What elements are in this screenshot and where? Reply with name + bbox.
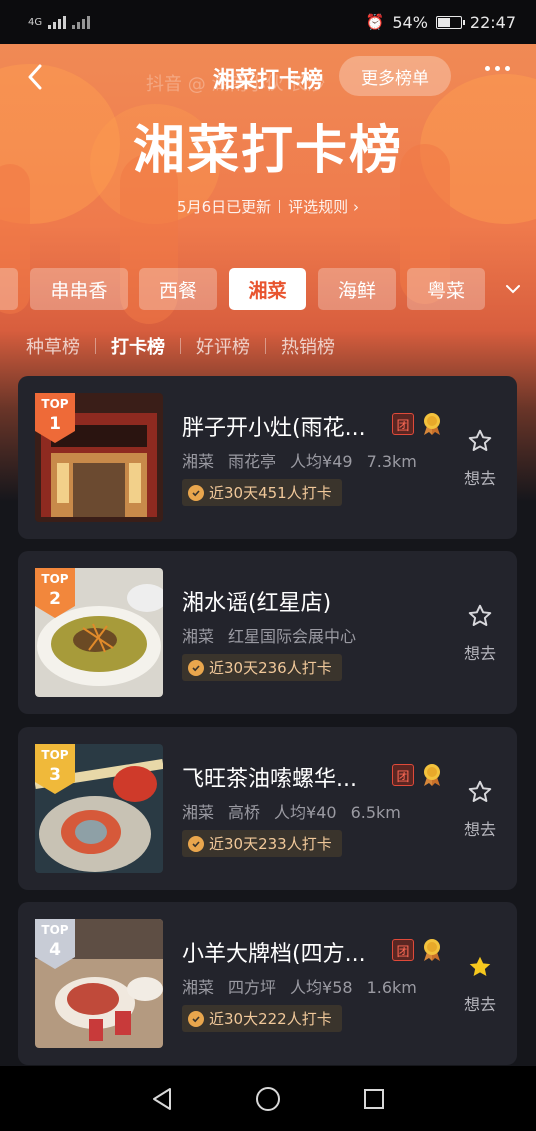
battery-icon [435,15,465,29]
category-chip[interactable]: 海鲜 [318,268,396,310]
category-chip[interactable]: 串串香 [30,268,128,310]
shop-card[interactable]: TOP 4 小羊大牌档(四方... 团 湘菜 四方坪 人均¥58 1.6km 近30大… [18,902,517,1065]
shop-card[interactable]: TOP 1 胖子开小灶(雨花... 团 湘菜 雨花亭 人均¥49 7.3km 近30天… [18,376,517,539]
star-icon [467,779,493,809]
shop-meta: 湘菜 雨花亭 人均¥49 7.3km [182,448,431,472]
rules-link[interactable]: 评选规则 › [288,198,359,216]
check-icon [188,835,204,852]
area: 四方坪 [228,978,277,997]
rank-badge: TOP 1 [35,393,75,443]
shop-name[interactable]: 小羊大牌档(四方... [182,936,366,968]
checkin-count: 近30天233人打卡 [209,835,332,853]
chevron-right-icon: › [352,198,359,216]
area: 高桥 [228,803,261,822]
category-chip[interactable]: 粤菜 [407,268,485,310]
checkin-badge: 近30大222人打卡 [182,1005,342,1032]
alarm-icon: ⏰ [365,13,385,31]
chevron-down-icon[interactable] [504,280,522,298]
distance: 6.5km [350,803,401,822]
group-buy-tag: 团 [392,413,414,435]
checkin-count: 近30天451人打卡 [209,484,332,502]
check-icon [188,659,204,676]
want-label: 想去 [463,469,496,488]
distance: 7.3km [366,452,417,471]
check-icon [188,484,204,501]
update-row: 5月6日已更新 评选规则 › [0,196,536,217]
tab-checkin[interactable]: 打卡榜 [111,333,165,359]
more-rankings-button[interactable]: 更多榜单 [339,56,451,96]
category-chips: 串串香 西餐 湘菜 海鲜 粤菜 [0,268,536,310]
tab-hot-sales[interactable]: 热销榜 [281,333,335,359]
shop-name[interactable]: 飞旺茶油嗦螺华... [182,761,357,793]
star-icon [467,603,493,633]
group-buy-tag: 团 [392,939,414,961]
shop-card[interactable]: TOP 3 飞旺茶油嗦螺华... 团 湘菜 高桥 人均¥40 6.5km 近30天23… [18,727,517,890]
distance: 1.6km [366,978,417,997]
status-bar: 4G ⏰ 54% 22:47 [0,0,536,44]
more-options-icon[interactable] [485,66,510,71]
checkin-count: 近30天236人打卡 [209,659,332,677]
avg-price: 人均¥49 [290,452,353,471]
area: 雨花亭 [228,452,277,471]
battery-percent: 54% [392,12,428,32]
rank-badge: TOP 3 [35,744,75,794]
check-icon [188,1010,204,1027]
want-label: 想去 [463,644,496,663]
medal-icon [424,413,440,435]
signal-icon [48,15,67,29]
want-to-go-button[interactable]: 想去 [460,954,500,1015]
want-to-go-button[interactable]: 想去 [460,779,500,840]
clock: 22:47 [469,12,516,32]
cuisine: 湘菜 [182,803,215,822]
area: 红星国际会展中心 [228,627,357,646]
checkin-count: 近30大222人打卡 [209,1010,332,1028]
star-filled-icon [467,954,493,984]
update-text: 5月6日已更新 [177,198,272,216]
avg-price: 人均¥58 [290,978,353,997]
wifi-signal-icon [72,15,91,29]
want-label: 想去 [463,995,496,1014]
checkin-badge: 近30天236人打卡 [182,654,342,681]
medal-icon [424,939,440,961]
shop-meta: 湘菜 高桥 人均¥40 6.5km [182,799,415,823]
cuisine: 湘菜 [182,452,215,471]
ranking-tabs: 种草榜 打卡榜 好评榜 热销榜 [26,332,335,360]
want-label: 想去 [463,820,496,839]
avg-price: 人均¥40 [274,803,337,822]
recents-square-icon[interactable] [362,1087,386,1111]
system-nav-bar [0,1066,536,1131]
shop-name[interactable]: 湘水谣(红星店) [182,585,331,617]
network-label: 4G [28,16,43,28]
rank-badge: TOP 4 [35,919,75,969]
star-icon [467,428,493,458]
signal-area: 4G [28,15,91,29]
shop-card[interactable]: TOP 2 湘水谣(红星店) 湘菜 红星国际会展中心 近30天236人打卡 想去 [18,551,517,714]
nav-bar: 抖音 @ 湖南小伙 长沙 湘菜打卡榜 更多榜单 [0,44,536,112]
shop-meta: 湘菜 四方坪 人均¥58 1.6km [182,974,431,998]
checkin-badge: 近30天451人打卡 [182,479,342,506]
want-to-go-button[interactable]: 想去 [460,428,500,489]
nav-title: 湘菜打卡榜 [212,68,323,93]
category-chip-partial[interactable] [0,268,18,310]
want-to-go-button[interactable]: 想去 [460,603,500,664]
group-buy-tag: 团 [392,764,414,786]
shop-meta: 湘菜 红星国际会展中心 [182,623,398,647]
status-right: ⏰ 54% 22:47 [366,13,516,32]
tab-good-reviews[interactable]: 好评榜 [196,333,250,359]
category-chip[interactable]: 西餐 [139,268,217,310]
tab-recommend[interactable]: 种草榜 [26,333,80,359]
home-circle-icon[interactable] [255,1086,281,1112]
shop-name[interactable]: 胖子开小灶(雨花... [182,410,366,442]
cuisine: 湘菜 [182,627,215,646]
checkin-badge: 近30天233人打卡 [182,830,342,857]
page-title: 湘菜打卡榜 [132,121,403,181]
cuisine: 湘菜 [182,978,215,997]
back-triangle-icon[interactable] [150,1086,174,1112]
rank-badge: TOP 2 [35,568,75,618]
category-chip-active[interactable]: 湘菜 [229,268,306,310]
medal-icon [424,764,440,786]
